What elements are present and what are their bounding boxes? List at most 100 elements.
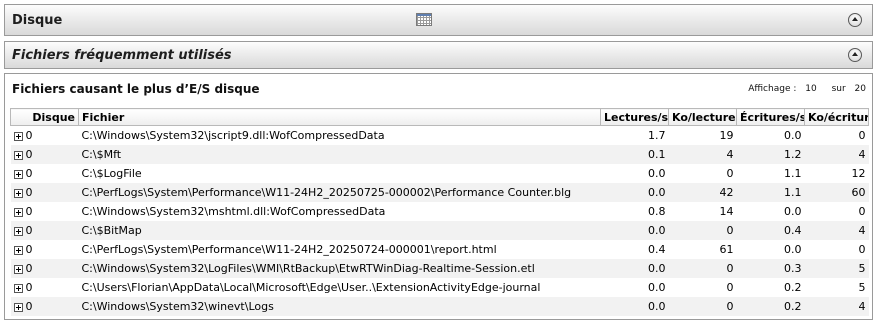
collapse-disque-button[interactable]: [848, 13, 862, 27]
cell-reads-per-sec: 0.0: [600, 221, 669, 240]
expand-row-icon[interactable]: [13, 188, 23, 198]
cell-writes-per-sec: 0.0: [784, 243, 802, 256]
cell-kb-per-write: 4: [804, 145, 869, 164]
table-row[interactable]: 0 C:\Windows\System32\mshtml.dll:WofCompr…: [11, 202, 869, 221]
table-row[interactable]: 0 C:\Users\Florian\AppData\Local\Microsof…: [11, 278, 869, 297]
cell-writes-per-sec: 0.0: [784, 205, 802, 218]
table-row[interactable]: 0 C:\Windows\System32\winevt\Logs 0.0 0 0.2 4: [10, 297, 869, 316]
cell-file: C:\PerfLogs\System\Performance\W11-24H2_…: [78, 183, 601, 202]
cell-kb-per-read: 0: [726, 281, 734, 294]
cell-kb-per-read: 0: [668, 259, 737, 278]
cell-file: C:\PerfLogs\System\Performance\W11-24H2_…: [81, 243, 497, 256]
cell-kb-per-write: 12: [851, 167, 866, 180]
column-header-ecritures[interactable]: Écritures/s: [736, 108, 805, 126]
cell-writes-per-sec: 0.2: [784, 281, 802, 294]
io-files-table: Disque Fichier Lectures/s Ko/lecture Écr…: [10, 108, 869, 316]
expand-row-icon[interactable]: [13, 131, 23, 141]
cell-reads-per-sec: 0.0: [600, 297, 669, 316]
disk-value: 0: [25, 224, 33, 237]
column-header-ko-ecriture[interactable]: Ko/écriture: [804, 108, 869, 126]
cell-writes-per-sec: 0.0: [784, 129, 802, 142]
column-header-fichier[interactable]: Fichier: [78, 108, 601, 126]
cell-file: C:\Windows\System32\jscript9.dll:WofComp…: [81, 129, 385, 142]
affichage-value[interactable]: 10: [805, 84, 816, 94]
cell-file: C:\$BitMap: [78, 221, 601, 240]
cell-disk: 0: [11, 240, 79, 259]
column-header-ko-lecture[interactable]: Ko/lecture: [668, 108, 737, 126]
expand-row-icon[interactable]: [13, 150, 23, 160]
cell-reads-per-sec: 0.0: [600, 183, 669, 202]
disk-value: 0: [25, 186, 33, 199]
disk-value: 0: [25, 129, 33, 142]
table-row[interactable]: 0 C:\PerfLogs\System\Performance\W11-24H2…: [11, 240, 869, 259]
cell-reads-per-sec: 0.4: [648, 243, 666, 256]
cell-reads-per-sec: 0.1: [600, 145, 669, 164]
expand-row-icon[interactable]: [13, 226, 23, 236]
cell-reads-per-sec: 0.0: [648, 167, 666, 180]
table-row[interactable]: 0 C:\$BitMap 0.0 0 0.4 4: [10, 221, 869, 240]
collapse-fichiers-button[interactable]: [848, 48, 862, 62]
cell-kb-per-write: 0: [858, 205, 866, 218]
cell-kb-per-write: 60: [804, 183, 869, 202]
table-row[interactable]: 0 C:\Windows\System32\jscript9.dll:WofCom…: [11, 126, 869, 146]
fichiers-section-header[interactable]: Fichiers fréquemment utilisés: [4, 41, 873, 69]
expand-row-icon[interactable]: [13, 283, 23, 293]
expand-row-icon[interactable]: [13, 302, 23, 312]
disque-section-title: Disque: [12, 13, 63, 28]
cell-kb-per-write: 4: [804, 221, 869, 240]
cell-writes-per-sec: 1.1: [784, 167, 802, 180]
cell-disk: 0: [11, 164, 79, 183]
expand-row-icon[interactable]: [13, 207, 23, 217]
cell-kb-per-write: 4: [804, 297, 869, 316]
column-header-disque[interactable]: Disque: [10, 108, 79, 126]
cell-reads-per-sec: 0.0: [648, 281, 666, 294]
fichiers-section-title: Fichiers fréquemment utilisés: [12, 48, 232, 63]
cell-disk: 0: [10, 221, 79, 240]
cell-kb-per-write: 5: [804, 259, 869, 278]
disk-value: 0: [25, 243, 33, 256]
expand-row-icon[interactable]: [13, 169, 23, 179]
cell-kb-per-read: 0: [668, 297, 737, 316]
cell-reads-per-sec: 1.7: [648, 129, 666, 142]
cell-reads-per-sec: 0.0: [600, 259, 669, 278]
table-row[interactable]: 0 C:\PerfLogs\System\Performance\W11-24H2…: [10, 183, 869, 202]
table-row[interactable]: 0 C:\Windows\System32\LogFiles\WMI\RtBack…: [10, 259, 869, 278]
sur-label: sur: [831, 84, 846, 94]
cell-file: C:\Windows\System32\winevt\Logs: [78, 297, 601, 316]
cell-file: C:\$LogFile: [81, 167, 142, 180]
cell-disk: 0: [11, 126, 79, 146]
disk-value: 0: [25, 167, 33, 180]
table-view-icon[interactable]: [416, 13, 432, 26]
table-row[interactable]: 0 C:\$Mft 0.1 4 1.2 4: [10, 145, 869, 164]
cell-kb-per-read: 19: [719, 129, 734, 142]
cell-kb-per-write: 0: [858, 129, 866, 142]
panel-title: Fichiers causant le plus d’E/S disque: [12, 82, 260, 96]
disk-value: 0: [25, 281, 33, 294]
sur-value: 20: [854, 84, 866, 94]
disk-value: 0: [25, 300, 33, 313]
cell-writes-per-sec: 0.4: [736, 221, 805, 240]
cell-disk: 0: [10, 145, 79, 164]
column-header-lectures[interactable]: Lectures/s: [600, 108, 669, 126]
disk-value: 0: [25, 262, 33, 275]
table-row[interactable]: 0 C:\$LogFile 0.0 0 1.1 12: [11, 164, 869, 183]
cell-writes-per-sec: 0.2: [736, 297, 805, 316]
cell-disk: 0: [10, 297, 79, 316]
cell-disk: 0: [11, 278, 79, 297]
display-count: Affichage : 10 sur 20: [748, 84, 866, 94]
cell-file: C:\Users\Florian\AppData\Local\Microsoft…: [81, 281, 541, 294]
expand-row-icon[interactable]: [13, 245, 23, 255]
cell-kb-per-read: 14: [719, 205, 734, 218]
cell-disk: 0: [10, 259, 79, 278]
cell-kb-per-read: 0: [668, 221, 737, 240]
expand-row-icon[interactable]: [13, 264, 23, 274]
cell-kb-per-read: 42: [668, 183, 737, 202]
table-header-row: Disque Fichier Lectures/s Ko/lecture Écr…: [10, 108, 869, 126]
disque-section-header[interactable]: Disque: [4, 4, 873, 36]
cell-kb-per-write: 5: [858, 281, 866, 294]
cell-kb-per-write: 0: [858, 243, 866, 256]
cell-disk: 0: [11, 202, 79, 221]
io-files-panel: Fichiers causant le plus d’E/S disque Af…: [4, 73, 873, 320]
cell-writes-per-sec: 1.1: [736, 183, 805, 202]
cell-file: C:\$Mft: [78, 145, 601, 164]
